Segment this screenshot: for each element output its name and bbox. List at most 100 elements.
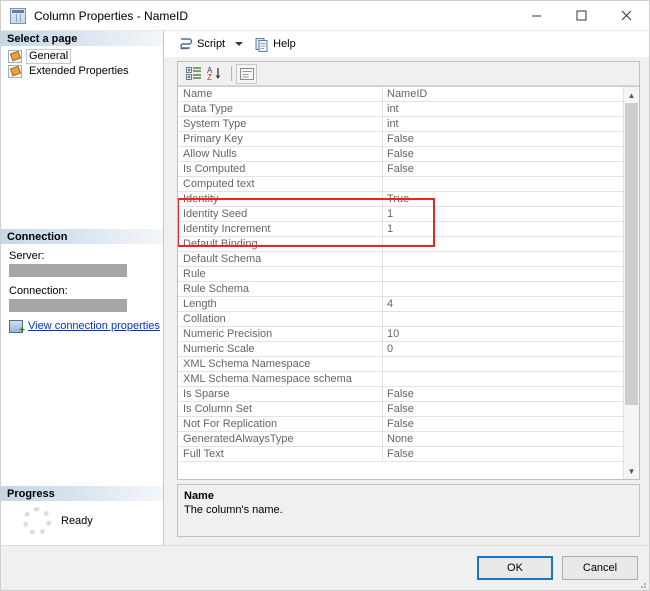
property-value-cell[interactable] — [383, 357, 623, 371]
property-value-cell[interactable]: 4 — [383, 297, 623, 311]
title-bar: Column Properties - NameID — [1, 1, 649, 31]
property-name-cell: Identity — [178, 192, 383, 206]
property-name-cell: Rule — [178, 267, 383, 281]
property-value-cell[interactable]: int — [383, 102, 623, 116]
property-name-cell: Default Binding — [178, 237, 383, 251]
alphabetical-sort-button[interactable]: A Z — [205, 64, 226, 84]
property-value-cell[interactable]: None — [383, 432, 623, 446]
table-row[interactable]: Collation — [178, 312, 623, 327]
property-name-cell: Rule Schema — [178, 282, 383, 296]
view-connection-properties-row[interactable]: View connection properties — [9, 319, 160, 336]
svg-text:Z: Z — [207, 73, 212, 81]
table-row[interactable]: XML Schema Namespace — [178, 357, 623, 372]
property-value-cell[interactable]: False — [383, 417, 623, 431]
dialog-footer: OK Cancel — [1, 545, 649, 590]
view-connection-properties-link[interactable]: View connection properties — [28, 320, 160, 332]
property-value-cell[interactable]: False — [383, 387, 623, 401]
script-icon — [178, 37, 193, 52]
property-grid-toolbar: A Z — [178, 62, 639, 86]
resize-grip[interactable] — [637, 579, 647, 589]
table-row[interactable]: Numeric Scale 0 — [178, 342, 623, 357]
script-button[interactable]: Script — [174, 33, 229, 55]
description-text: The column's name. — [184, 504, 283, 516]
property-value-cell[interactable]: False — [383, 447, 623, 461]
table-row[interactable]: Numeric Precision 10 — [178, 327, 623, 342]
property-name-cell: GeneratedAlwaysType — [178, 432, 383, 446]
property-value-cell[interactable] — [383, 372, 623, 386]
window-title: Column Properties - NameID — [34, 8, 189, 23]
sidebar-item-general[interactable]: General — [7, 49, 163, 64]
scrollbar-thumb[interactable] — [625, 103, 638, 406]
property-value-cell[interactable] — [383, 177, 623, 191]
table-row[interactable]: Computed text — [178, 177, 623, 192]
table-row[interactable]: XML Schema Namespace schema — [178, 372, 623, 387]
connection-block: Server: Connection: View connection prop… — [1, 244, 163, 337]
property-name-cell: Numeric Precision — [178, 327, 383, 341]
server-value-redacted — [9, 263, 127, 277]
scrollbar-track[interactable] — [624, 103, 639, 463]
table-row[interactable]: Identity True — [178, 192, 623, 207]
property-value-cell[interactable]: NameID — [383, 87, 623, 101]
table-row[interactable]: Rule — [178, 267, 623, 282]
table-row[interactable]: Length 4 — [178, 297, 623, 312]
property-value-cell[interactable]: 10 — [383, 327, 623, 341]
property-name-cell: Default Schema — [178, 252, 383, 266]
sidebar-item-label: Extended Properties — [29, 65, 129, 77]
sidebar-item-extended-properties[interactable]: Extended Properties — [7, 64, 163, 79]
property-value-cell[interactable] — [383, 267, 623, 281]
page-icon — [8, 50, 22, 63]
cancel-button[interactable]: Cancel — [562, 556, 638, 580]
table-row[interactable]: Is Column Set False — [178, 402, 623, 417]
table-row[interactable]: Data Type int — [178, 102, 623, 117]
property-grid[interactable]: Name NameID Data Type int System Type int Prim… — [178, 86, 639, 479]
table-row[interactable]: Is Sparse False — [178, 387, 623, 402]
property-name-cell: Allow Nulls — [178, 147, 383, 161]
table-row[interactable]: System Type int — [178, 117, 623, 132]
table-row[interactable]: Is Computed False — [178, 162, 623, 177]
property-name-cell: Is Computed — [178, 162, 383, 176]
table-row[interactable]: Allow Nulls False — [178, 147, 623, 162]
ok-button[interactable]: OK — [477, 556, 553, 580]
property-value-cell[interactable]: int — [383, 117, 623, 131]
help-button[interactable]: Help — [251, 33, 300, 55]
grid-vertical-scrollbar[interactable]: ▲ ▼ — [623, 87, 639, 479]
property-value-cell[interactable]: True — [383, 192, 623, 206]
help-label: Help — [273, 38, 296, 50]
property-value-cell[interactable] — [383, 312, 623, 326]
property-value-cell[interactable]: False — [383, 162, 623, 176]
script-dropdown-button[interactable] — [231, 33, 247, 55]
table-row[interactable]: Default Schema — [178, 252, 623, 267]
property-value-cell[interactable] — [383, 282, 623, 296]
property-name-cell: Data Type — [178, 102, 383, 116]
property-pages-button[interactable] — [236, 63, 257, 84]
property-value-cell[interactable]: False — [383, 132, 623, 146]
table-row[interactable]: Full Text False — [178, 447, 623, 462]
property-grid-area: A Z Name NameID Data Type int System Typ… — [177, 61, 640, 480]
scroll-up-icon[interactable]: ▲ — [624, 87, 639, 103]
property-name-cell: Length — [178, 297, 383, 311]
table-row[interactable]: Name NameID — [178, 87, 623, 102]
property-value-cell[interactable]: 1 — [383, 207, 623, 221]
table-row[interactable]: GeneratedAlwaysType None — [178, 432, 623, 447]
scroll-down-icon[interactable]: ▼ — [624, 463, 639, 479]
table-row[interactable]: Identity Increment 1 — [178, 222, 623, 237]
property-value-cell[interactable] — [383, 237, 623, 251]
minimize-button[interactable] — [514, 1, 559, 31]
property-value-cell[interactable]: 1 — [383, 222, 623, 236]
property-value-cell[interactable]: False — [383, 147, 623, 161]
table-row[interactable]: Primary Key False — [178, 132, 623, 147]
close-button[interactable] — [604, 1, 649, 31]
help-icon — [255, 37, 269, 52]
maximize-button[interactable] — [559, 1, 604, 31]
select-page-header: Select a page — [1, 31, 163, 46]
table-row[interactable]: Identity Seed 1 — [178, 207, 623, 222]
table-row[interactable]: Rule Schema — [178, 282, 623, 297]
table-row[interactable]: Not For Replication False — [178, 417, 623, 432]
progress-block: Ready — [1, 501, 163, 545]
categorized-sort-button[interactable] — [183, 64, 204, 84]
property-value-cell[interactable]: False — [383, 402, 623, 416]
property-value-cell[interactable]: 0 — [383, 342, 623, 356]
table-row[interactable]: Default Binding — [178, 237, 623, 252]
property-value-cell[interactable] — [383, 252, 623, 266]
script-toolbar: Script Help — [164, 31, 649, 57]
